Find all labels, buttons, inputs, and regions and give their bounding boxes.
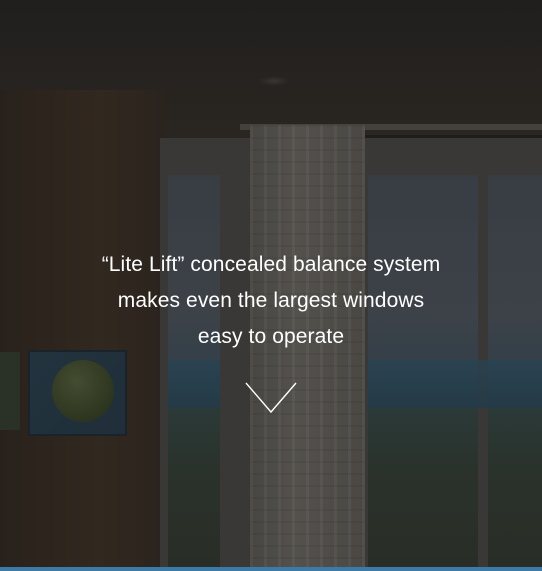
- hero-section: “Lite Lift” concealed balance system mak…: [0, 0, 542, 571]
- bottom-accent-line: [0, 567, 542, 571]
- headline-line-2: makes even the largest windows: [117, 289, 425, 312]
- chevron-down-icon[interactable]: [244, 380, 298, 416]
- headline-line-3: easy to operate: [197, 325, 345, 348]
- headline-line-1: “Lite Lift” concealed balance system: [101, 253, 441, 276]
- hero-headline: “Lite Lift” concealed balance system mak…: [30, 247, 512, 355]
